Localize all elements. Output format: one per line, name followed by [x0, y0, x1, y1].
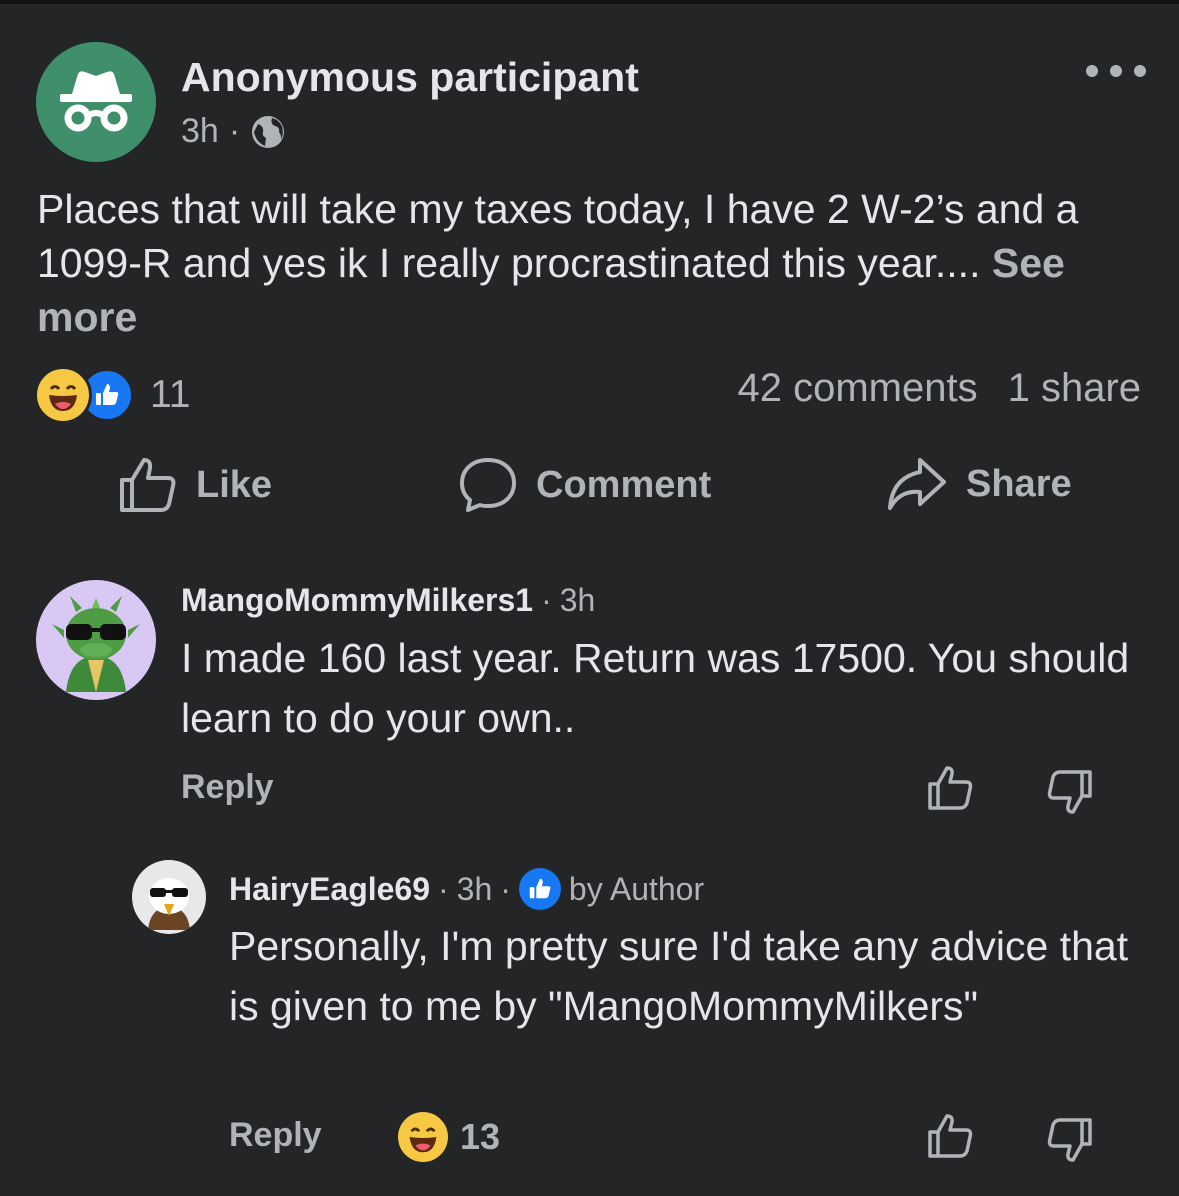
shares-count[interactable]: 1 share: [1008, 366, 1141, 411]
dragon-avatar[interactable]: [36, 580, 156, 700]
laugh-reaction-icon: [34, 366, 92, 424]
reaction-count: 11: [150, 373, 191, 416]
post-author-name[interactable]: Anonymous participant: [181, 54, 639, 101]
laugh-reaction-icon: [398, 1112, 448, 1162]
reply-reaction-count: 13: [460, 1116, 501, 1157]
post-meta: 3h ·: [181, 112, 286, 151]
replier-name[interactable]: HairyEagle69: [229, 871, 430, 908]
reply-reactions[interactable]: 13: [398, 1112, 500, 1162]
meta-separator: ·: [228, 112, 241, 150]
post-stats: 42 comments 1 share: [737, 366, 1141, 411]
globe-icon: [252, 115, 285, 148]
reply-separator-2: ·: [500, 870, 511, 907]
reply-time[interactable]: 3h: [457, 871, 493, 908]
commenter-name[interactable]: MangoMommyMilkers1: [181, 582, 533, 619]
comment-label: Comment: [536, 463, 712, 506]
eagle-sunglasses-icon: [148, 878, 190, 930]
comment-bubble-icon: [460, 458, 516, 512]
anonymous-avatar[interactable]: [36, 42, 156, 162]
comment-button[interactable]: Comment: [458, 456, 711, 514]
reply-button-2[interactable]: Reply: [229, 1116, 322, 1155]
reply-separator: ·: [438, 870, 449, 907]
more-options-icon[interactable]: [1086, 56, 1146, 86]
thumbs-up-icon: [120, 458, 176, 512]
dragon-sunglasses-icon: [52, 596, 140, 692]
comment-separator: ·: [541, 582, 552, 618]
upvote-icon[interactable]: [926, 764, 974, 812]
post-page: Anonymous participant 3h · Places that w…: [0, 0, 1179, 1196]
upvote-icon[interactable]: [926, 1112, 974, 1160]
like-button[interactable]: Like: [118, 456, 272, 514]
share-arrow-icon: [888, 458, 946, 510]
post-body: Places that will take my taxes today, I …: [37, 186, 1079, 286]
comment-time[interactable]: 3h: [560, 582, 596, 619]
post-time[interactable]: 3h: [181, 112, 219, 151]
downvote-icon[interactable]: [1046, 1116, 1094, 1164]
post-text: Places that will take my taxes today, I …: [37, 182, 1147, 344]
like-label: Like: [196, 463, 273, 506]
reply-button[interactable]: Reply: [181, 768, 274, 807]
by-author-label: by Author: [568, 870, 705, 907]
downvote-icon[interactable]: [1046, 768, 1094, 816]
author-like-badge-icon: [518, 868, 561, 910]
reply-header: HairyEagle69 · 3h · by Author: [229, 868, 704, 910]
eagle-avatar[interactable]: [132, 860, 206, 934]
incognito-icon: [60, 71, 132, 132]
comments-count[interactable]: 42 comments: [737, 366, 977, 411]
reply-text: Personally, I'm pretty sure I'd take any…: [229, 923, 1129, 1029]
comment-header: MangoMommyMilkers1 · 3h: [181, 582, 595, 619]
comment-text: I made 160 last year. Return was 17500. …: [181, 635, 1130, 741]
reactions-summary[interactable]: 11: [34, 366, 191, 424]
share-label: Share: [966, 462, 1072, 505]
share-button[interactable]: Share: [886, 456, 1072, 512]
